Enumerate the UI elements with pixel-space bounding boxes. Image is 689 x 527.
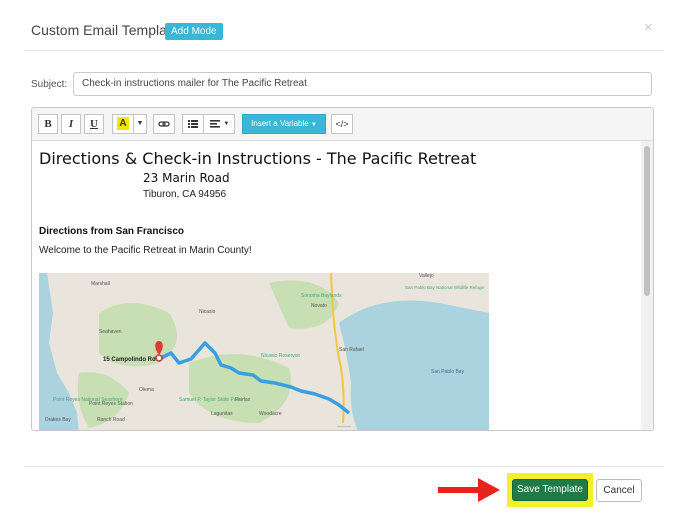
insert-variable-label: Insert a Variable: [251, 119, 309, 128]
editor-toolbar: B I U A ▼ ▼ Insert a Variable ▼ </>: [32, 108, 653, 141]
add-mode-badge[interactable]: Add Mode: [165, 23, 223, 40]
arrow-right-icon: [438, 478, 500, 502]
svg-text:Sonoma Baylands: Sonoma Baylands: [301, 293, 342, 299]
resize-handle[interactable]: [337, 426, 351, 430]
address-city: Tiburon, CA 94956: [143, 189, 227, 200]
svg-text:San Pablo Bay: San Pablo Bay: [431, 369, 465, 375]
modal-header: Custom Email Template Add Mode ×: [0, 0, 689, 50]
cancel-button[interactable]: Cancel: [596, 479, 642, 502]
italic-button[interactable]: I: [61, 114, 81, 134]
marker-label: 15 Campolindo Rd: [103, 357, 156, 363]
save-template-button[interactable]: Save Template: [512, 479, 588, 501]
svg-text:Seahaven: Seahaven: [99, 329, 122, 335]
underline-button[interactable]: U: [84, 114, 104, 134]
address-street: 23 Marin Road: [143, 171, 230, 185]
subject-input[interactable]: Check-in instructions mailer for The Pac…: [73, 72, 652, 96]
rich-text-editor: B I U A ▼ ▼ Insert a Variable ▼ </> Dire…: [31, 107, 654, 431]
svg-text:Samuel P. Taylor State Park: Samuel P. Taylor State Park: [179, 397, 241, 403]
directions-heading: Directions from San Francisco: [39, 226, 185, 237]
highlight-dropdown-button[interactable]: ▼: [133, 114, 147, 134]
editor-content[interactable]: Directions & Check-in Instructions - The…: [32, 141, 641, 430]
svg-text:Vallejo: Vallejo: [419, 273, 434, 279]
svg-text:Nicasio Reservoir: Nicasio Reservoir: [261, 353, 301, 359]
bullet-list-button[interactable]: [182, 114, 204, 134]
save-button-highlight: Save Template: [507, 473, 593, 507]
svg-text:Drakes Bay: Drakes Bay: [45, 417, 71, 423]
close-icon[interactable]: ×: [644, 19, 653, 36]
subject-label: Subject:: [31, 79, 68, 90]
svg-text:San Pablo Bay National Wildlif: San Pablo Bay National Wildlife Refuge: [405, 285, 485, 290]
bold-button[interactable]: B: [38, 114, 58, 134]
list-icon: [188, 120, 198, 128]
svg-text:Point Reyes National Seashore: Point Reyes National Seashore: [53, 397, 123, 403]
email-heading: Directions & Check-in Instructions - The…: [39, 149, 477, 168]
svg-text:Ranch Road: Ranch Road: [97, 417, 125, 423]
svg-text:Woodacre: Woodacre: [259, 411, 282, 417]
insert-variable-button[interactable]: Insert a Variable ▼: [242, 114, 326, 134]
svg-text:Lagunitas: Lagunitas: [211, 411, 233, 417]
welcome-text: Welcome to the Pacific Retreat in Marin …: [39, 245, 252, 256]
header-divider: [24, 50, 664, 51]
align-dropdown-button[interactable]: ▼: [203, 114, 235, 134]
svg-text:Marshall: Marshall: [91, 281, 110, 287]
route-map: 15 Campolindo Rd Marshall Seahaven Olema…: [39, 273, 489, 430]
align-icon: [209, 120, 220, 128]
highlight-button[interactable]: A: [112, 114, 134, 134]
code-view-button[interactable]: </>: [331, 114, 353, 134]
svg-text:Olema: Olema: [139, 387, 154, 393]
start-point: [155, 354, 163, 362]
bay: [339, 300, 489, 430]
link-button[interactable]: [153, 114, 175, 134]
svg-text:San Rafael: San Rafael: [339, 347, 364, 353]
svg-text:Nicasio: Nicasio: [199, 309, 216, 315]
caret-down-icon: ▼: [310, 122, 317, 128]
svg-text:Novato: Novato: [311, 303, 327, 309]
footer-divider: [24, 466, 664, 467]
caret-down-icon: ▼: [136, 120, 144, 127]
scroll-thumb[interactable]: [644, 146, 650, 296]
link-icon: [158, 121, 170, 127]
caret-down-icon: ▼: [223, 121, 230, 127]
highlight-icon: A: [117, 117, 129, 130]
editor-scrollbar[interactable]: [641, 141, 653, 430]
modal-title: Custom Email Template: [31, 22, 179, 38]
